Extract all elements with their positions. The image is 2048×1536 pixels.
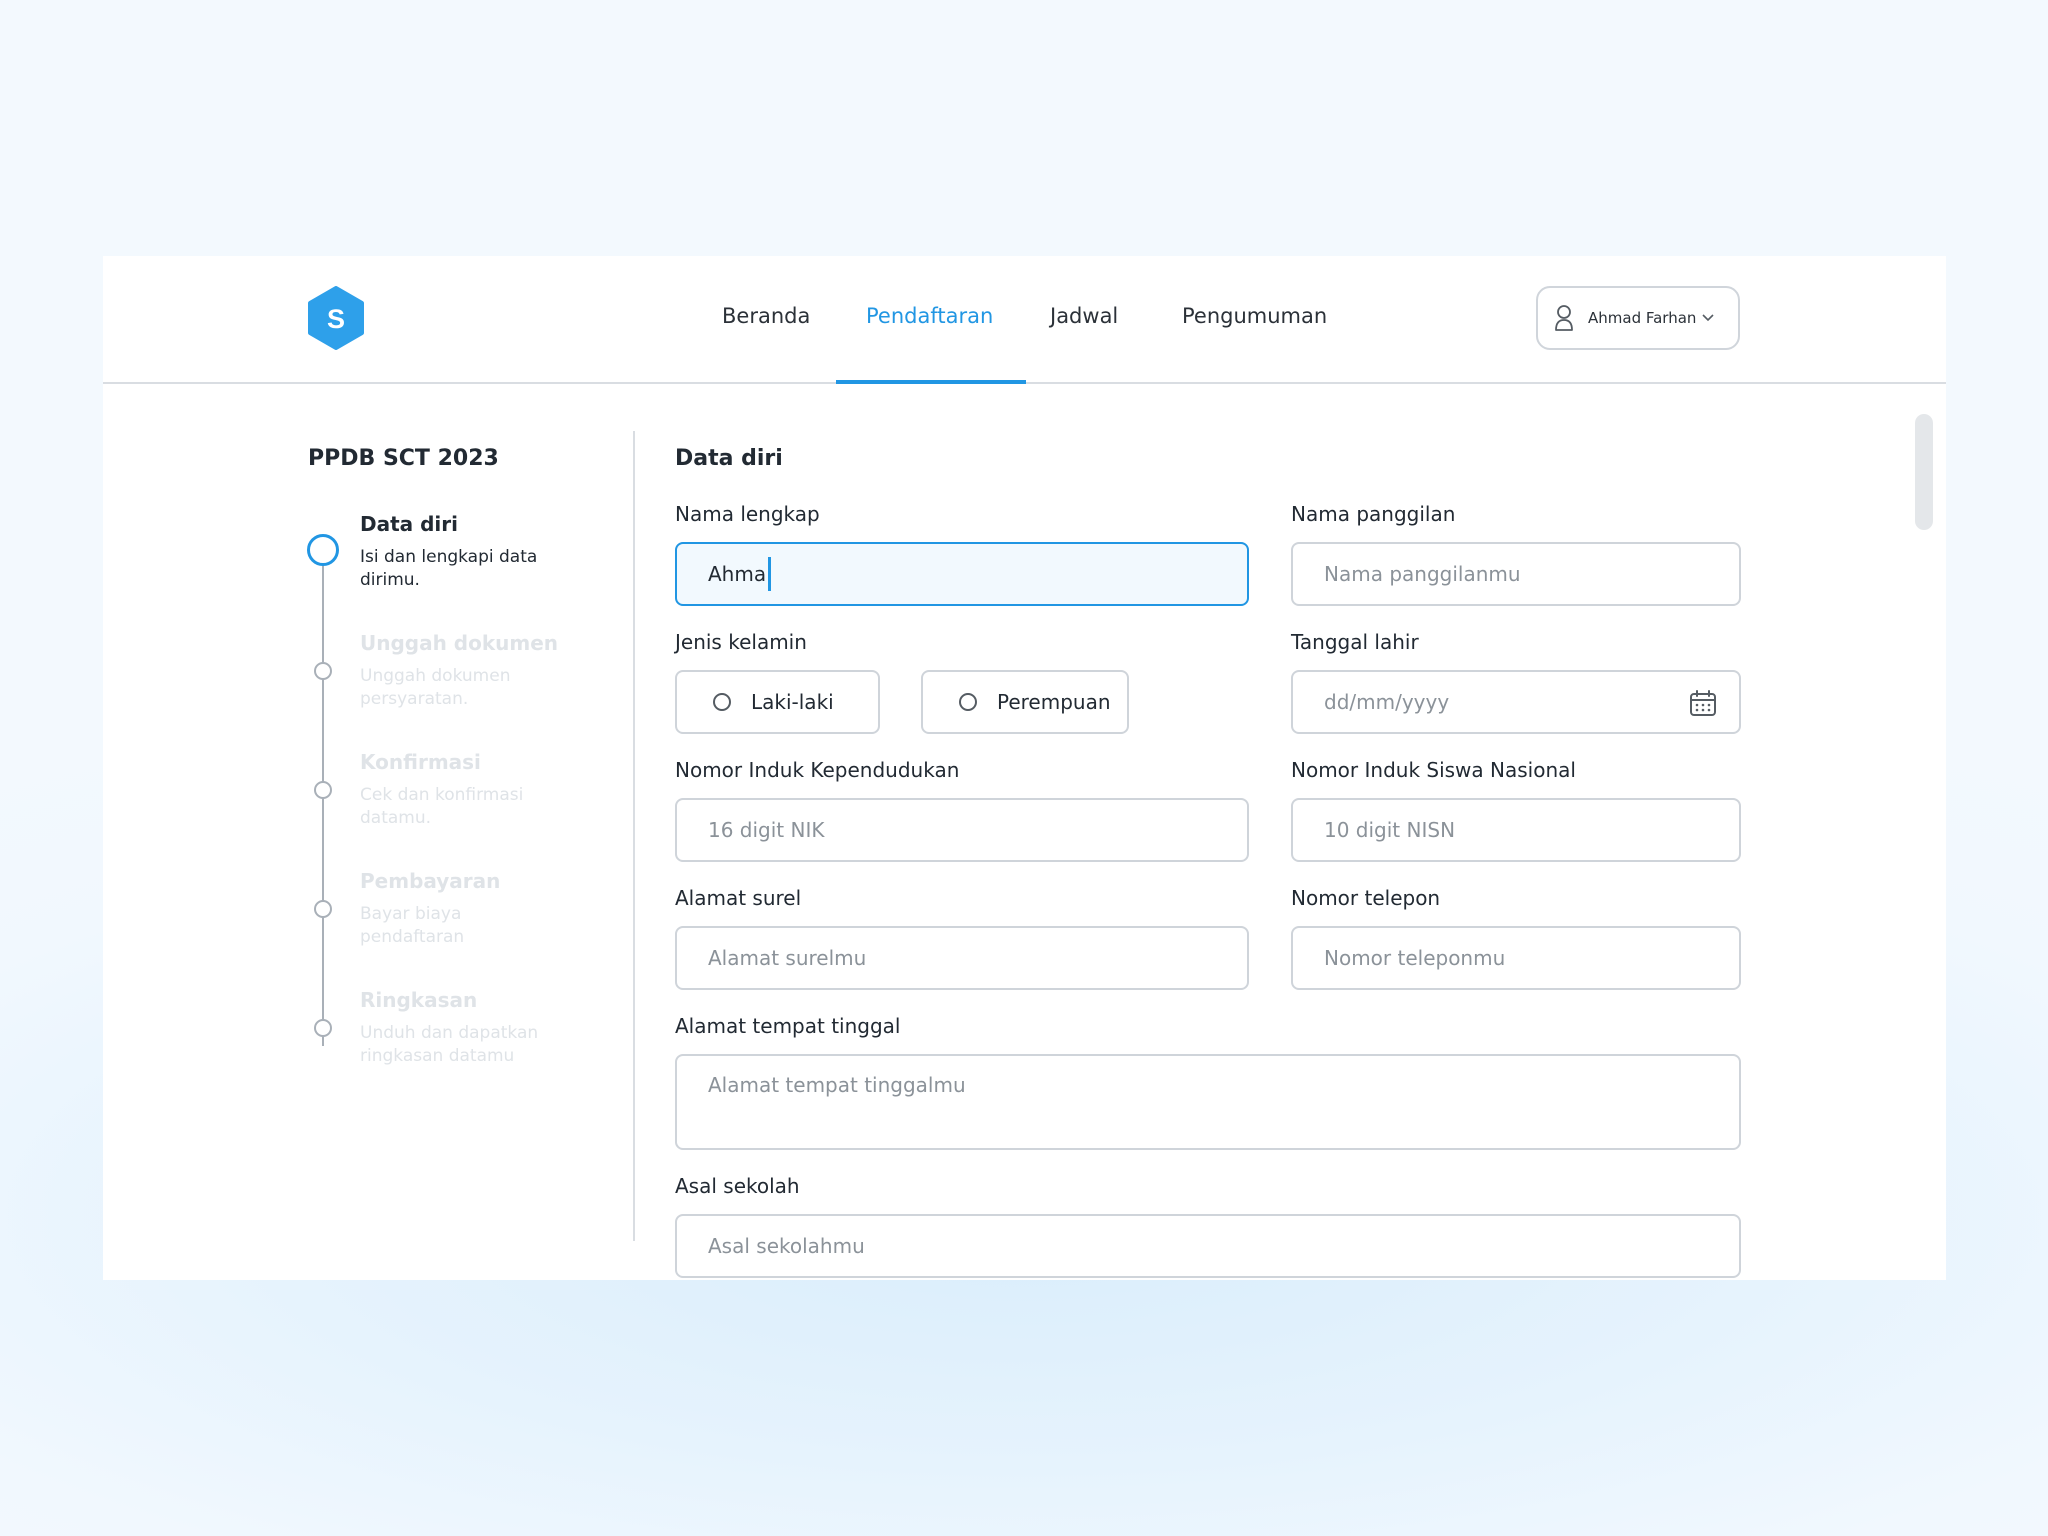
step-indicator-active xyxy=(307,534,339,566)
tanggal-lahir-input[interactable]: dd/mm/yyyy xyxy=(1291,670,1741,734)
tanggal-lahir-placeholder: dd/mm/yyyy xyxy=(1324,690,1450,714)
nama-lengkap-label: Nama lengkap xyxy=(675,502,820,526)
nama-lengkap-value: Ahma xyxy=(708,562,767,586)
radio-label: Perempuan xyxy=(997,690,1111,714)
active-nav-indicator xyxy=(836,380,1026,384)
form-title: Data diri xyxy=(675,446,783,471)
radio-circle-icon xyxy=(959,693,977,711)
step-title[interactable]: Unggah dokumen xyxy=(360,631,558,655)
logo-letter: S xyxy=(327,304,345,334)
text-cursor xyxy=(768,557,772,591)
gender-radio-laki-laki[interactable]: Laki-laki xyxy=(675,670,880,734)
nama-panggilan-input[interactable]: Nama panggilanmu xyxy=(1291,542,1741,606)
step-description: Unggah dokumen persyaratan. xyxy=(360,666,511,709)
alamat-placeholder: Alamat tempat tinggalmu xyxy=(708,1073,966,1097)
stepper-line xyxy=(322,556,324,1046)
step-indicator xyxy=(314,662,332,680)
scrollbar-thumb[interactable] xyxy=(1915,414,1933,530)
telepon-placeholder: Nomor teleponmu xyxy=(1324,946,1506,970)
nav-beranda[interactable]: Beranda xyxy=(722,304,810,328)
step-indicator xyxy=(314,1019,332,1037)
nik-input[interactable]: 16 digit NIK xyxy=(675,798,1249,862)
top-navbar: S Beranda Pendaftaran Jadwal Pengumuman … xyxy=(103,256,1946,384)
nisn-input[interactable]: 10 digit NISN xyxy=(1291,798,1741,862)
step-title[interactable]: Pembayaran xyxy=(360,869,500,893)
logo[interactable]: S xyxy=(306,286,366,350)
nama-panggilan-label: Nama panggilan xyxy=(1291,502,1456,526)
calendar-icon[interactable] xyxy=(1689,689,1717,717)
tanggal-lahir-label: Tanggal lahir xyxy=(1291,630,1419,654)
registration-card: S Beranda Pendaftaran Jadwal Pengumuman … xyxy=(103,256,1946,1280)
nama-panggilan-placeholder: Nama panggilanmu xyxy=(1324,562,1521,586)
step-description: Isi dan lengkapi data dirimu. xyxy=(360,547,538,590)
step-indicator xyxy=(314,900,332,918)
telepon-input[interactable]: Nomor teleponmu xyxy=(1291,926,1741,990)
nama-lengkap-input[interactable]: Ahma xyxy=(675,542,1249,606)
gender-radio-perempuan[interactable]: Perempuan xyxy=(921,670,1129,734)
alamat-textarea[interactable]: Alamat tempat tinggalmu xyxy=(675,1054,1741,1150)
step-title[interactable]: Data diri xyxy=(360,512,458,536)
email-input[interactable]: Alamat surelmu xyxy=(675,926,1249,990)
jenis-kelamin-label: Jenis kelamin xyxy=(675,630,807,654)
radio-label: Laki-laki xyxy=(751,690,834,714)
chevron-down-icon xyxy=(1702,314,1714,322)
sekolah-placeholder: Asal sekolahmu xyxy=(708,1234,865,1258)
nav-pengumuman[interactable]: Pengumuman xyxy=(1182,304,1327,328)
nisn-label: Nomor Induk Siswa Nasional xyxy=(1291,758,1576,782)
telepon-label: Nomor telepon xyxy=(1291,886,1441,910)
sekolah-input[interactable]: Asal sekolahmu xyxy=(675,1214,1741,1278)
nisn-placeholder: 10 digit NISN xyxy=(1324,818,1456,842)
step-title[interactable]: Ringkasan xyxy=(360,988,477,1012)
sekolah-label: Asal sekolah xyxy=(675,1174,800,1198)
nik-placeholder: 16 digit NIK xyxy=(708,818,825,842)
user-menu-button[interactable]: Ahmad Farhan xyxy=(1536,286,1740,350)
step-description: Cek dan konfirmasi datamu. xyxy=(360,785,524,828)
sidebar-title: PPDB SCT 2023 xyxy=(308,446,499,471)
alamat-label: Alamat tempat tinggal xyxy=(675,1014,901,1038)
email-label: Alamat surel xyxy=(675,886,802,910)
nav-pendaftaran[interactable]: Pendaftaran xyxy=(866,304,993,328)
step-description: Unduh dan dapatkan ringkasan datamu xyxy=(360,1023,539,1066)
radio-circle-icon xyxy=(713,693,731,711)
step-indicator xyxy=(314,781,332,799)
sidebar-divider xyxy=(633,431,635,1241)
step-title[interactable]: Konfirmasi xyxy=(360,750,481,774)
user-name: Ahmad Farhan xyxy=(1588,309,1697,327)
logo-hexagon-icon: S xyxy=(308,286,364,350)
email-placeholder: Alamat surelmu xyxy=(708,946,867,970)
user-icon xyxy=(1555,305,1573,331)
step-description: Bayar biaya pendaftaran xyxy=(360,904,465,947)
nav-jadwal[interactable]: Jadwal xyxy=(1050,304,1118,328)
nik-label: Nomor Induk Kependudukan xyxy=(675,758,960,782)
